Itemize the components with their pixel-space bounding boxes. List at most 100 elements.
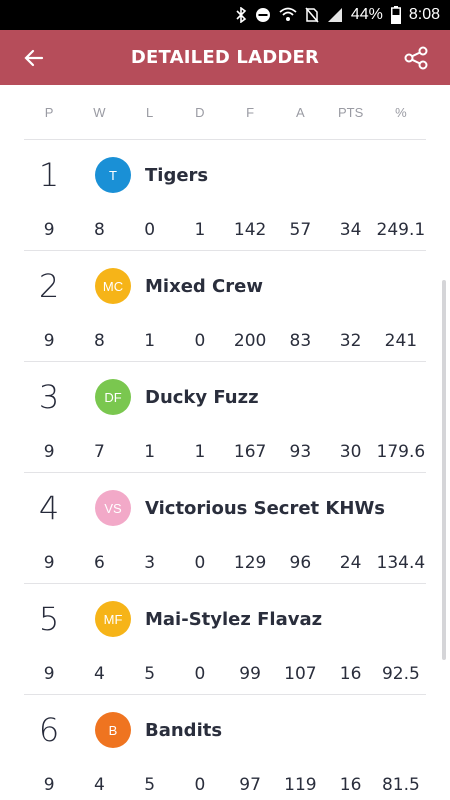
team-row[interactable]: 4 VS Victorious Secret KHWs 9 6 3 0 129 …: [24, 473, 426, 584]
back-button[interactable]: [16, 40, 52, 76]
header-percentage: %: [395, 104, 407, 120]
header-against: A: [296, 104, 305, 120]
team-rank: 1: [38, 156, 60, 194]
team-name: Ducky Fuzz: [145, 386, 259, 408]
status-bar: 44% 8:08: [0, 0, 450, 30]
stat-percentage: 81.5: [381, 775, 420, 795]
stat-drawn: 1: [194, 442, 206, 462]
stat-played: 9: [43, 442, 55, 462]
stat-lost: 3: [144, 553, 156, 573]
team-avatar: B: [95, 712, 131, 748]
signal-icon: [327, 7, 343, 23]
stat-against: 96: [289, 553, 312, 573]
battery-percentage: 44%: [350, 6, 383, 23]
ladder-list[interactable]: 1 T Tigers 9 8 0 1 142 57 34 249.1 2 MC …: [0, 140, 450, 800]
stat-points: 32: [339, 331, 362, 351]
stat-for: 167: [233, 442, 267, 462]
stat-percentage: 134.4: [376, 553, 426, 573]
team-avatar: T: [95, 157, 131, 193]
stat-for: 129: [233, 553, 267, 573]
team-stats: 9 8 0 1 142 57 34 249.1: [24, 210, 426, 250]
header-played: P: [44, 104, 54, 120]
team-name: Bandits: [145, 719, 223, 741]
team-rank: 3: [38, 378, 60, 416]
wifi-icon: [279, 7, 297, 23]
scrollbar[interactable]: [442, 280, 446, 660]
team-row[interactable]: 5 MF Mai-Stylez Flavaz 9 4 5 0 99 107 16…: [24, 584, 426, 695]
stat-won: 8: [93, 220, 105, 240]
header-lost: L: [146, 104, 154, 120]
stat-for: 200: [233, 331, 267, 351]
team-rank: 4: [38, 489, 60, 527]
team-stats: 9 7 1 1 167 93 30 179.6: [24, 432, 426, 472]
share-button[interactable]: [398, 40, 434, 76]
stat-for: 99: [239, 664, 261, 684]
team-row[interactable]: 1 T Tigers 9 8 0 1 142 57 34 249.1: [24, 140, 426, 251]
team-avatar: DF: [95, 379, 131, 415]
stat-percentage: 249.1: [376, 220, 426, 240]
team-avatar: VS: [95, 490, 131, 526]
team-avatar: MC: [95, 268, 131, 304]
team-name: Victorious Secret KHWs: [145, 497, 386, 519]
team-row[interactable]: 2 MC Mixed Crew 9 8 1 0 200 83 32 241: [24, 251, 426, 362]
team-row[interactable]: 6 B Bandits 9 4 5 0 97 119 16 81.5: [24, 695, 426, 800]
stat-for: 97: [239, 775, 261, 795]
stat-won: 8: [93, 331, 105, 351]
stat-drawn: 1: [194, 220, 206, 240]
stat-lost: 0: [144, 220, 156, 240]
stat-drawn: 0: [194, 553, 206, 573]
back-arrow-icon: [24, 49, 44, 66]
header-drawn: D: [195, 104, 205, 120]
stat-against: 107: [284, 664, 317, 684]
team-rank: 2: [38, 267, 60, 305]
stat-percentage: 241: [384, 331, 418, 351]
column-headers: P W L D F A PTS %: [24, 85, 426, 140]
header-won: W: [93, 104, 106, 120]
stat-against: 57: [289, 220, 312, 240]
stat-against: 93: [289, 442, 312, 462]
stat-drawn: 0: [194, 331, 206, 351]
team-name: Tigers: [145, 164, 209, 186]
team-name: Mixed Crew: [145, 275, 263, 297]
stat-percentage: 179.6: [376, 442, 426, 462]
app-bar: DETAILED LADDER: [0, 30, 450, 85]
stat-won: 4: [93, 664, 105, 684]
team-rank: 5: [38, 600, 60, 638]
stat-won: 6: [93, 553, 105, 573]
stat-played: 9: [43, 664, 55, 684]
stat-points: 30: [339, 442, 362, 462]
bluetooth-icon: [235, 7, 247, 23]
team-name: Mai-Stylez Flavaz: [145, 608, 323, 630]
stat-won: 4: [93, 775, 105, 795]
stat-played: 9: [43, 553, 55, 573]
stat-lost: 1: [144, 442, 156, 462]
clock: 8:08: [408, 6, 440, 23]
team-stats: 9 8 1 0 200 83 32 241: [24, 321, 426, 361]
stat-lost: 1: [144, 331, 156, 351]
stat-won: 7: [93, 442, 105, 462]
stat-drawn: 0: [194, 775, 206, 795]
team-stats: 9 4 5 0 99 107 16 92.5: [24, 654, 426, 694]
stat-points: 34: [339, 220, 362, 240]
share-icon: [404, 46, 428, 69]
stat-played: 9: [43, 220, 55, 240]
stat-lost: 5: [144, 664, 156, 684]
stat-against: 83: [289, 331, 312, 351]
stat-for: 142: [233, 220, 267, 240]
stat-lost: 5: [144, 775, 156, 795]
stat-drawn: 0: [194, 664, 206, 684]
team-stats: 9 4 5 0 97 119 16 81.5: [24, 765, 426, 800]
header-for: F: [246, 104, 255, 120]
page-title: DETAILED LADDER: [130, 47, 320, 68]
no-sim-icon: [305, 7, 319, 23]
stat-played: 9: [43, 775, 55, 795]
stat-points: 16: [339, 775, 362, 795]
team-rank: 6: [38, 711, 60, 749]
do-not-disturb-icon: [255, 7, 271, 23]
stat-points: 16: [339, 664, 362, 684]
stat-points: 24: [339, 553, 362, 573]
stat-played: 9: [43, 331, 55, 351]
team-row[interactable]: 3 DF Ducky Fuzz 9 7 1 1 167 93 30 179.6: [24, 362, 426, 473]
battery-icon: [390, 6, 401, 24]
stat-percentage: 92.5: [381, 664, 420, 684]
